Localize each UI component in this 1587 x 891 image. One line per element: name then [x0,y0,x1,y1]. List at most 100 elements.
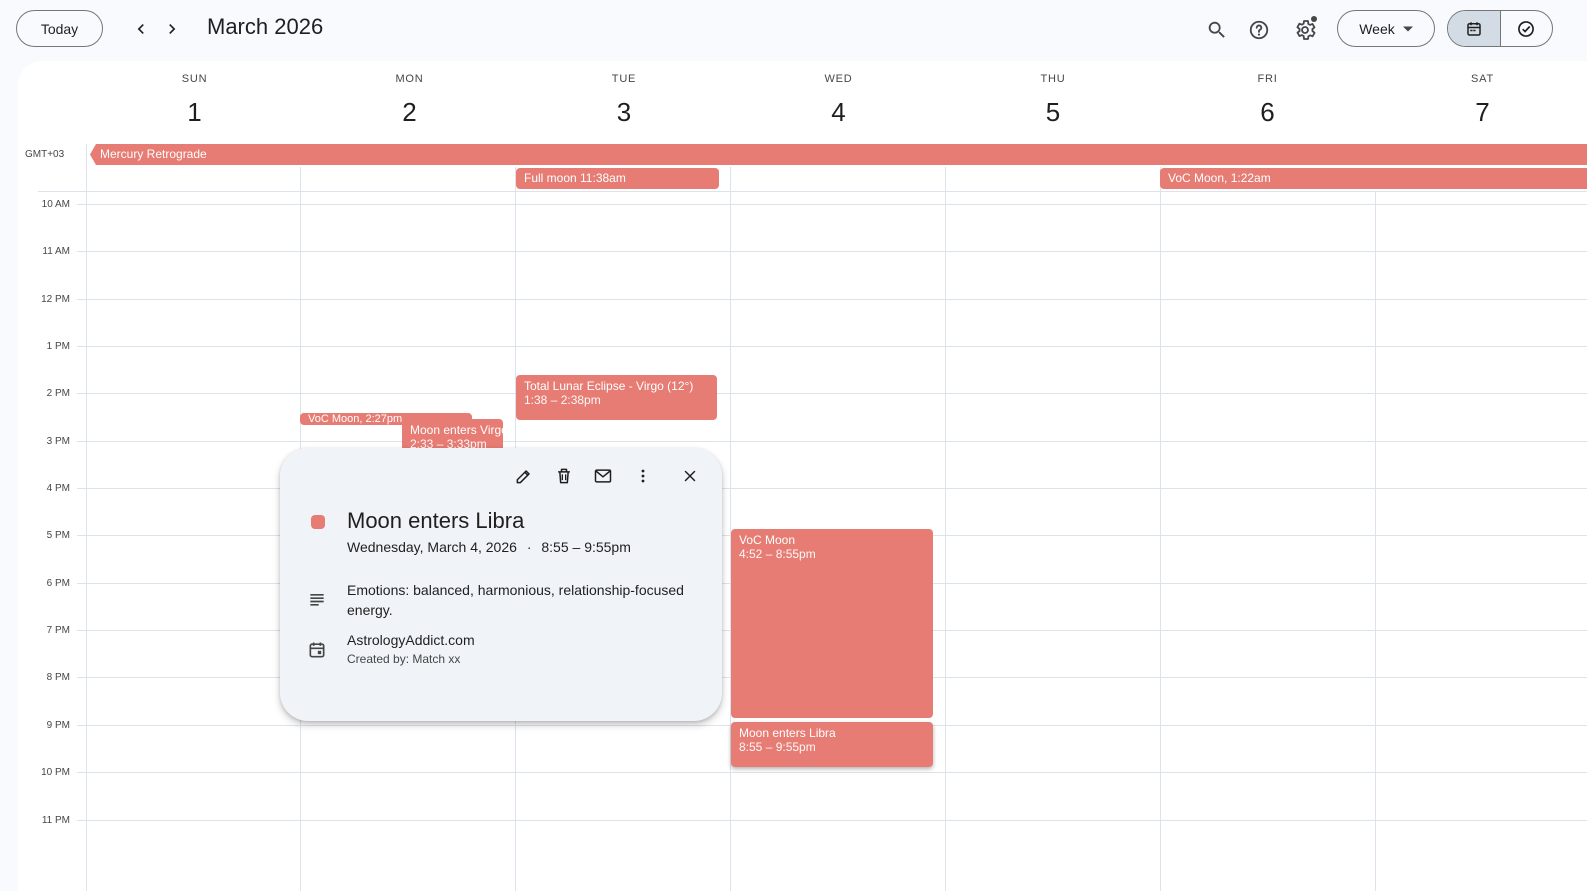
event-total-lunar-eclipse[interactable]: Total Lunar Eclipse - Virgo (12°) 1:38 –… [516,375,717,420]
day-header-wed[interactable]: WED 4 [731,61,946,141]
hour-label: 11 AM [42,246,70,257]
day-header-sun[interactable]: SUN 1 [87,61,302,141]
calendar-view-button[interactable] [1448,11,1501,46]
popup-calendar-name: AstrologyAddict.com [347,632,475,648]
hour-label: 10 PM [41,767,70,778]
day-name: FRI [1257,73,1278,85]
notification-dot [1311,16,1317,22]
day-header-sat[interactable]: SAT 7 [1375,61,1587,141]
hour-label: 9 PM [46,720,70,731]
day-number[interactable]: 7 [1375,97,1587,128]
day-name: SUN [181,73,208,85]
event-details-popup: Moon enters Libra Wednesday, March 4, 20… [280,448,722,721]
day-header-thu[interactable]: THU 5 [946,61,1160,141]
day-number[interactable]: 3 [517,97,731,128]
hour-line [77,346,1587,347]
hour-label: 11 PM [41,815,70,826]
hour-line [77,772,1587,773]
help-button[interactable] [1241,12,1277,48]
day-name: THU [1040,73,1066,85]
popup-created-by: Created by: Match xx [347,652,461,666]
more-options-button[interactable] [631,464,655,488]
grid-divider [1160,167,1161,891]
hour-label: 5 PM [46,530,70,541]
email-icon [594,469,612,483]
hour-label: 4 PM [46,483,70,494]
week-grid: SUN 1 MON 2 TUE 3 WED 4 THU 5 FRI 6 SAT … [18,61,1587,891]
previous-week-button[interactable] [126,14,156,44]
view-selector[interactable]: Week [1337,10,1435,47]
popup-event-description: Emotions: balanced, harmonious, relation… [347,582,684,618]
chevron-right-icon [169,24,176,34]
hour-label: 12 PM [41,294,70,305]
tasks-view-icon [1518,20,1535,37]
dropdown-arrow-icon [1402,26,1413,31]
popup-event-datetime: Wednesday, March 4, 2026 · 8:55 – 9:55pm [347,539,631,555]
event-time: 4:52 – 8:55pm [739,547,816,561]
day-name: WED [824,73,853,85]
search-icon [1208,21,1225,38]
hour-line [77,204,1587,205]
hour-line [77,441,1587,442]
view-toggle [1447,10,1553,47]
event-title: Moon enters Libra [739,726,836,740]
hour-label: 7 PM [46,625,70,636]
description-icon [307,589,327,614]
day-name: MON [395,73,424,85]
hour-label: 2 PM [46,388,70,399]
view-selector-label: Week [1359,20,1395,37]
edit-icon [516,470,530,484]
search-button[interactable] [1199,12,1235,48]
allday-divider [38,191,1587,192]
edit-event-button[interactable] [512,464,536,488]
hour-line [77,820,1587,821]
next-week-button[interactable] [157,14,187,44]
day-number[interactable]: 1 [87,97,302,128]
event-color-swatch [311,515,325,529]
popup-event-time: 8:55 – 9:55pm [541,539,631,555]
tasks-view-button[interactable] [1501,11,1553,46]
hour-line [77,393,1587,394]
settings-button[interactable] [1287,12,1323,48]
grid-divider [86,144,87,891]
delete-event-button[interactable] [552,464,576,488]
calendar-view-icon [1467,21,1481,36]
hour-label: 6 PM [46,578,70,589]
close-icon [684,470,696,482]
event-title: VoC Moon [739,533,796,547]
help-icon [1249,20,1269,40]
hour-label: 3 PM [46,436,70,447]
day-number[interactable]: 4 [731,97,946,128]
day-header-tue[interactable]: TUE 3 [517,61,731,141]
day-name: TUE [611,73,637,85]
top-bar: Today March 2026 Week [0,0,1587,60]
hour-label: 10 AM [41,199,70,210]
hour-line [77,299,1587,300]
close-popup-button[interactable] [678,464,702,488]
popup-separator: · [526,539,532,555]
day-name: SAT [1471,73,1494,85]
grid-divider [1375,191,1376,891]
day-number[interactable]: 2 [302,97,517,128]
event-moon-enters-libra[interactable]: Moon enters Libra 8:55 – 9:55pm [731,722,933,767]
event-title: Moon enters Virgo [410,423,503,437]
grid-divider [945,167,946,891]
event-time: 8:55 – 9:55pm [739,740,816,754]
allday-event-voc-moon-fri[interactable]: VoC Moon, 1:22am [1160,168,1587,189]
day-header-mon[interactable]: MON 2 [302,61,517,141]
hour-label: 1 PM [46,341,70,352]
day-number[interactable]: 5 [946,97,1160,128]
event-time: 1:38 – 2:38pm [524,393,601,407]
email-guests-button[interactable] [591,464,615,488]
delete-icon [558,468,570,484]
calendar-icon [307,640,327,665]
more-options-icon [641,469,645,483]
allday-event-full-moon[interactable]: Full moon 11:38am [516,168,719,189]
day-number[interactable]: 6 [1160,97,1375,128]
event-voc-moon-wed[interactable]: VoC Moon 4:52 – 8:55pm [731,529,933,718]
day-header-fri[interactable]: FRI 6 [1160,61,1375,141]
allday-event-mercury-retrograde[interactable]: Mercury Retrograde [90,144,1587,165]
timezone-label: GMT+03 [25,149,65,160]
popup-event-date: Wednesday, March 4, 2026 [347,539,517,555]
today-button[interactable]: Today [16,10,103,47]
